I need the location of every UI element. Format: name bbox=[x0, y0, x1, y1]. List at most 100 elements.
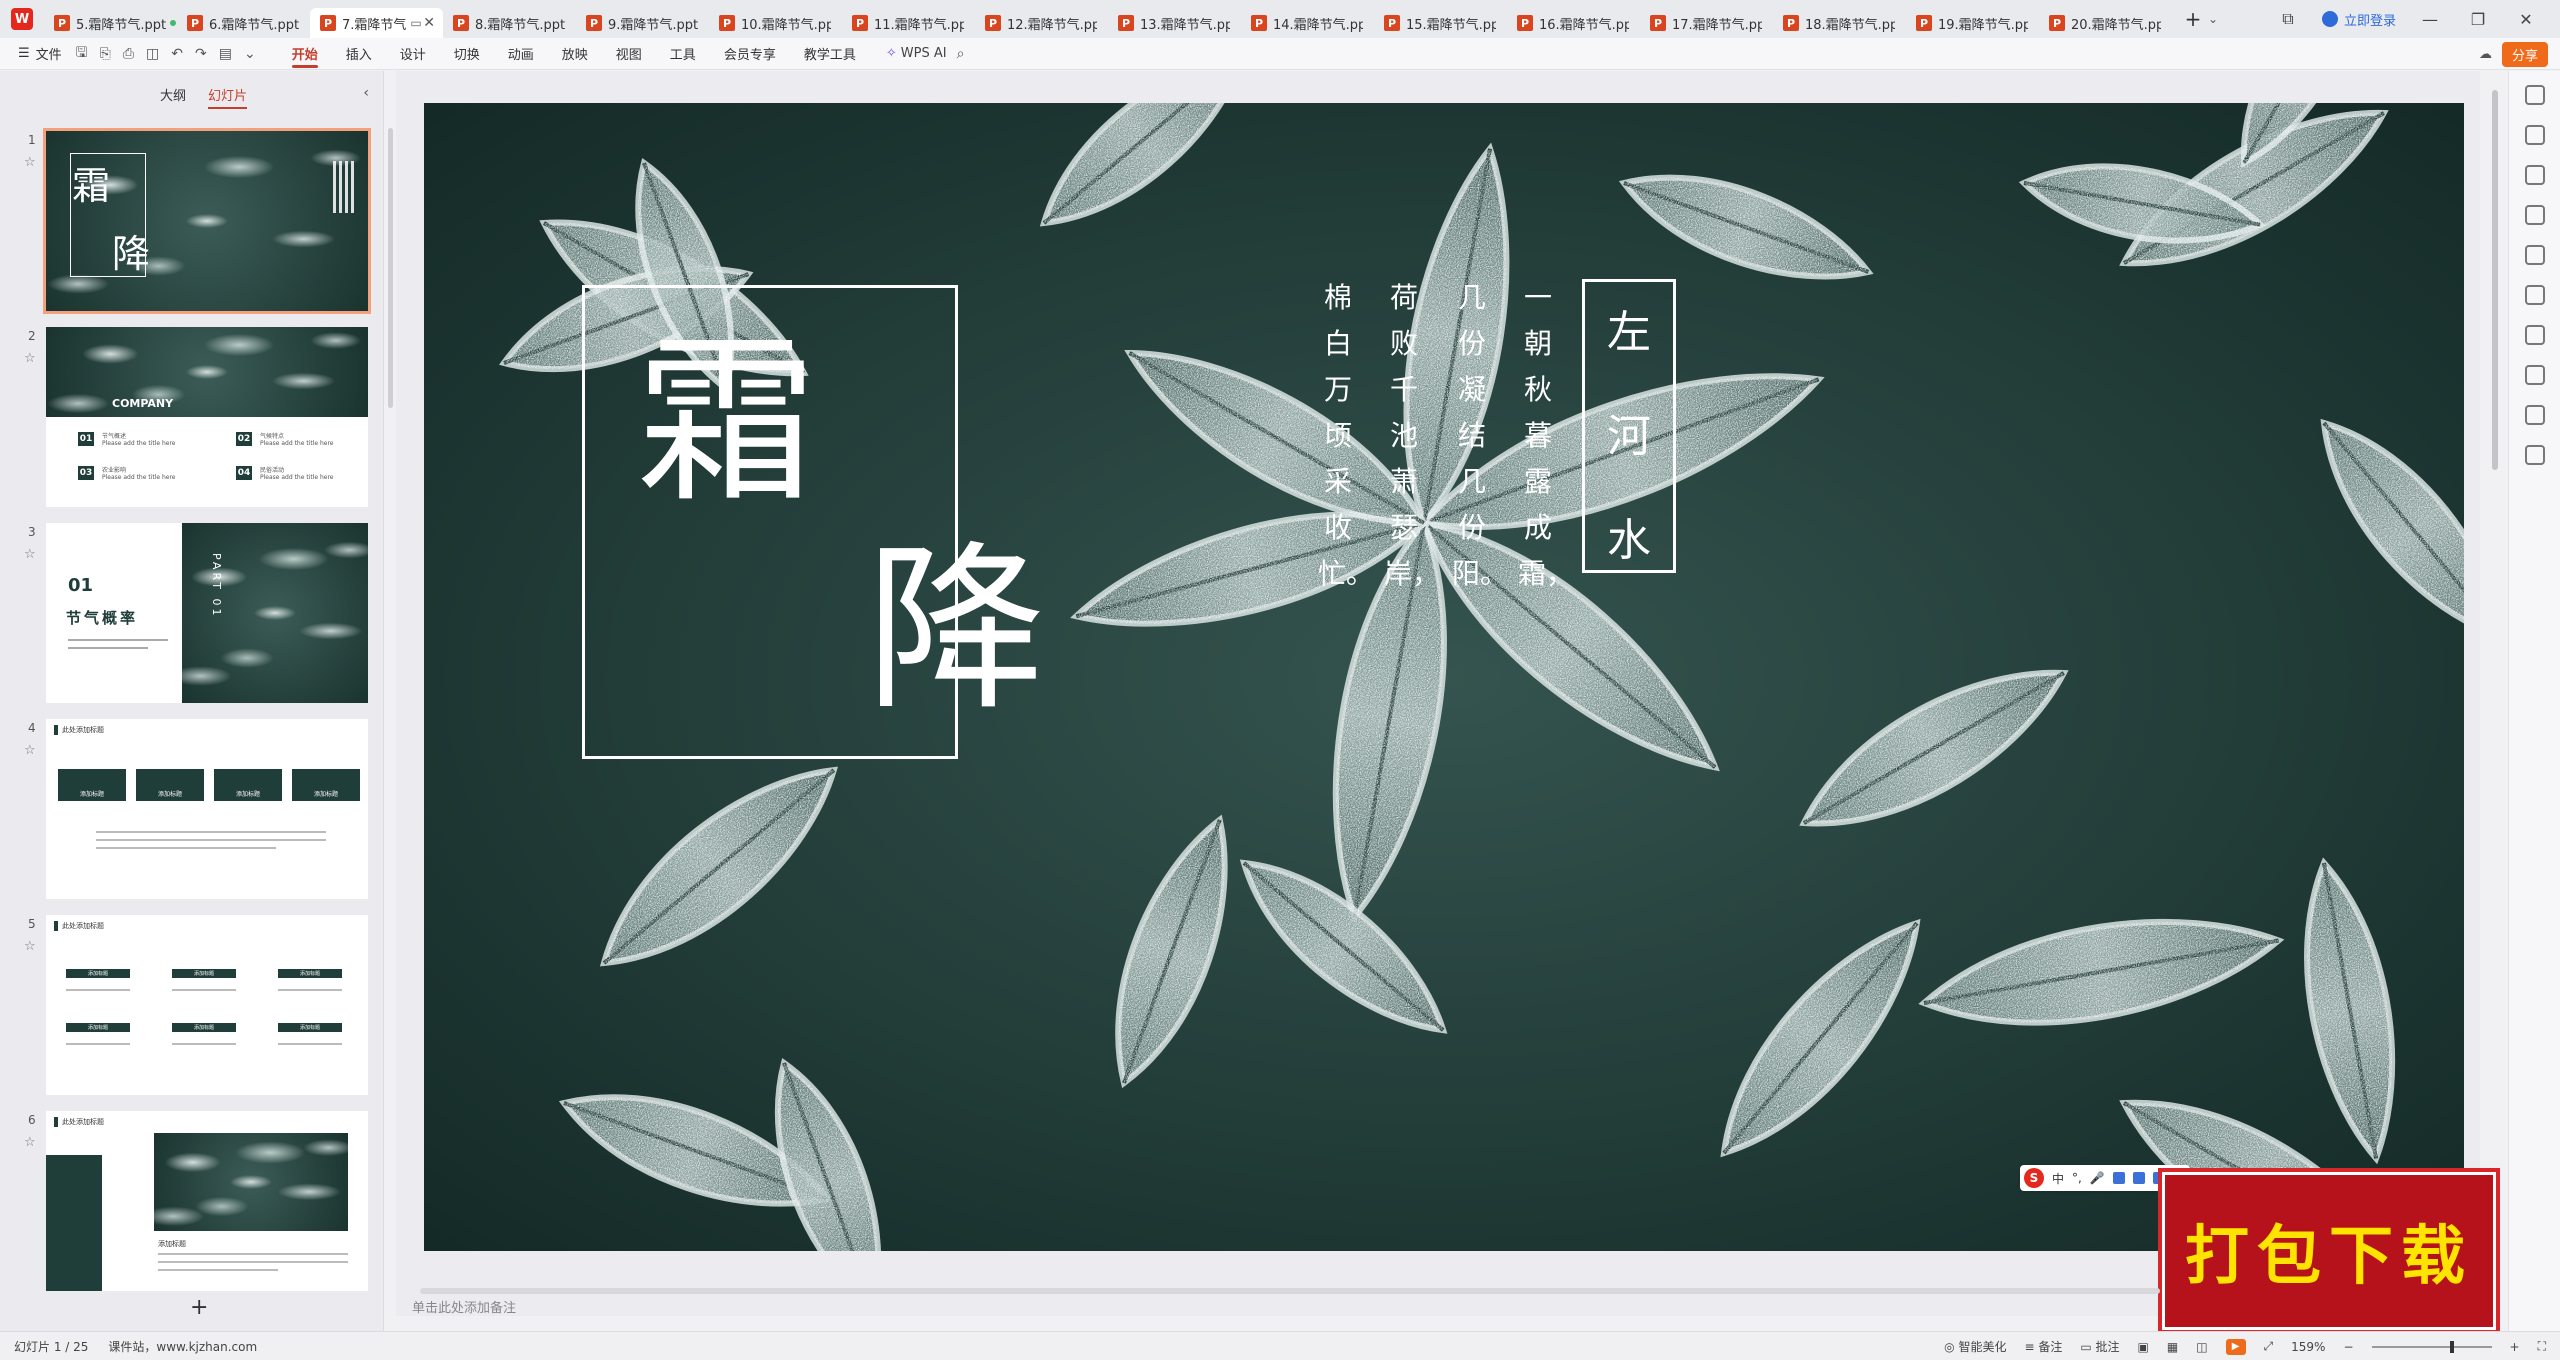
thumbnail-row-3[interactable]: 3 ☆ 01 节气概率 PART 01 bbox=[0, 523, 384, 705]
vertical-scrollbar[interactable] bbox=[2490, 80, 2500, 1290]
wps-ai-button[interactable]: ✧ WPS AI bbox=[870, 46, 957, 61]
document-tab[interactable]: P 9.霜降节气.pptx bbox=[576, 8, 709, 38]
slide-thumbnail-5[interactable]: 此处添加标题 添加标题 添加标题 添加标题 添加标题 添加标题 添加标题 bbox=[46, 915, 368, 1095]
document-tab[interactable]: P 6.霜降节气.pptx bbox=[177, 8, 310, 38]
more-icon[interactable] bbox=[2524, 445, 2545, 465]
zoom-in-icon[interactable]: + bbox=[2510, 1340, 2520, 1354]
format-painter-icon[interactable]: ▤ bbox=[219, 46, 232, 62]
redo-icon[interactable]: ↷ bbox=[195, 46, 207, 62]
title-char-1[interactable]: 霜 bbox=[636, 333, 816, 513]
slide-thumbnail-1[interactable]: 霜 降 bbox=[43, 128, 371, 314]
reading-view-icon[interactable]: ◫ bbox=[2196, 1340, 2207, 1354]
document-tab[interactable]: P 20.霜降节气.ppt bbox=[2039, 8, 2172, 38]
star-tool-icon[interactable] bbox=[2524, 165, 2545, 185]
document-tab[interactable]: P 14.霜降节气.ppt bbox=[1241, 8, 1374, 38]
save-icon[interactable]: 🖫 bbox=[76, 42, 88, 66]
file-menu-button[interactable]: ☰ 文件 bbox=[0, 44, 76, 63]
maximize-button[interactable]: ❐ bbox=[2464, 10, 2492, 29]
poem-line-1[interactable]: 一朝秋暮露成霜， bbox=[1518, 275, 1574, 597]
star-icon[interactable]: ☆ bbox=[24, 743, 36, 758]
window-switch-icon[interactable]: ⧉ bbox=[2274, 9, 2302, 29]
fullscreen-icon[interactable]: ⛶ bbox=[2538, 1339, 2546, 1354]
undo-icon[interactable]: ↶ bbox=[171, 46, 183, 62]
comments-button[interactable]: ▭ 批注 bbox=[2080, 1338, 2119, 1355]
document-tab[interactable]: P 17.霜降节气.ppt bbox=[1640, 8, 1773, 38]
zoom-level[interactable]: 159% bbox=[2291, 1340, 2325, 1354]
poem-line-4[interactable]: 棉白万顷采收忙。 bbox=[1318, 275, 1374, 597]
star-icon[interactable]: ☆ bbox=[24, 939, 36, 954]
document-tab[interactable]: P 10.霜降节气.ppt bbox=[709, 8, 842, 38]
thumbnail-row-4[interactable]: 4 ☆ 此处添加标题 添加标题 添加标题 添加标题 添加标题 bbox=[0, 719, 384, 901]
add-slide-button[interactable]: + bbox=[190, 1295, 208, 1320]
star-icon[interactable]: ☆ bbox=[24, 351, 36, 366]
poem-line-2[interactable]: 几份凝结几份阳。 bbox=[1452, 275, 1508, 597]
ribbon-tab[interactable]: 视图 bbox=[602, 38, 656, 70]
thumbnail-row-5[interactable]: 5 ☆ 此处添加标题 添加标题 添加标题 添加标题 添加标题 添加标题 添加标题 bbox=[0, 915, 384, 1097]
slide-thumbnail-3[interactable]: 01 节气概率 PART 01 bbox=[46, 523, 368, 703]
horizontal-scrollbar[interactable] bbox=[420, 1288, 2160, 1294]
star-icon[interactable]: ☆ bbox=[24, 547, 36, 562]
smart-beautify-button[interactable]: ◎ 智能美化 bbox=[1944, 1338, 2006, 1355]
punctuation-icon[interactable]: °, bbox=[2072, 1171, 2082, 1185]
help-icon[interactable] bbox=[2524, 405, 2545, 425]
notes-placeholder[interactable]: 单击此处添加备注 bbox=[412, 1297, 516, 1316]
notes-button[interactable]: ≡ 备注 bbox=[2024, 1338, 2062, 1355]
document-tab[interactable]: P 11.霜降节气.ppt bbox=[842, 8, 975, 38]
document-tab[interactable]: P 16.霜降节气.ppt bbox=[1507, 8, 1640, 38]
ime-language[interactable]: 中 bbox=[2052, 1170, 2064, 1187]
zoom-out-icon[interactable]: − bbox=[2343, 1340, 2353, 1354]
minimize-button[interactable]: — bbox=[2416, 10, 2444, 29]
search-icon[interactable]: ⌕ bbox=[957, 46, 965, 62]
share-tool-icon[interactable] bbox=[2524, 365, 2545, 385]
ribbon-tab[interactable]: 插入 bbox=[332, 38, 386, 70]
scroll-thumb[interactable] bbox=[2492, 90, 2498, 470]
thumbnail-row-6[interactable]: 6 ☆ 此处添加标题 添加标题 bbox=[0, 1111, 384, 1293]
login-button[interactable]: 立即登录 bbox=[2321, 10, 2396, 29]
zoom-slider[interactable] bbox=[2371, 1340, 2492, 1353]
normal-view-icon[interactable]: ▣ bbox=[2138, 1340, 2149, 1354]
document-tab[interactable]: P 8.霜降节气.pptx bbox=[443, 8, 576, 38]
ribbon-tab[interactable]: 设计 bbox=[386, 38, 440, 70]
slide-sorter-icon[interactable]: ▦ bbox=[2167, 1340, 2178, 1354]
author-frame[interactable]: 左 河 水 bbox=[1582, 279, 1676, 573]
title-char-2[interactable]: 降 bbox=[866, 541, 1046, 721]
print-icon[interactable]: ⎙ bbox=[123, 46, 134, 62]
document-tab[interactable]: P 13.霜降节气.ppt bbox=[1108, 8, 1241, 38]
ribbon-tab[interactable]: 会员专享 bbox=[710, 38, 790, 70]
magic-icon[interactable] bbox=[2524, 285, 2545, 305]
slide-thumbnail-4[interactable]: 此处添加标题 添加标题 添加标题 添加标题 添加标题 bbox=[46, 719, 368, 899]
zoom-slider-knob[interactable] bbox=[2449, 1340, 2454, 1353]
copy-icon[interactable] bbox=[2524, 205, 2545, 225]
ribbon-tab[interactable]: 教学工具 bbox=[790, 38, 870, 70]
print-preview-icon[interactable]: ◫ bbox=[146, 46, 159, 62]
document-tab[interactable]: P 18.霜降节气.ppt bbox=[1773, 8, 1906, 38]
close-tab-icon[interactable]: ✕ bbox=[423, 15, 435, 31]
tab-list-chevron-icon[interactable]: ⌄ bbox=[2208, 12, 2218, 26]
document-tab[interactable]: P 19.霜降节气.ppt bbox=[1906, 8, 2039, 38]
slide-thumbnail-2[interactable]: COMPANY 01 节气概述 Please add the title here … bbox=[46, 327, 368, 507]
share-button[interactable]: 分享 bbox=[2501, 42, 2548, 67]
ribbon-tab[interactable]: 工具 bbox=[656, 38, 710, 70]
ribbon-tab[interactable]: 切换 bbox=[440, 38, 494, 70]
cloud-sync-icon[interactable]: ☁ bbox=[2479, 47, 2492, 62]
shape-icon[interactable] bbox=[2524, 245, 2545, 265]
export-pdf-icon[interactable]: ⎘ bbox=[100, 46, 111, 62]
document-tab[interactable]: P 12.霜降节气.ppt bbox=[975, 8, 1108, 38]
new-tab-button[interactable]: + bbox=[2178, 7, 2208, 31]
play-slideshow-button[interactable]: ▶ bbox=[2225, 1338, 2246, 1355]
book-icon[interactable] bbox=[2524, 325, 2545, 345]
document-tab[interactable]: P 15.霜降节气.ppt bbox=[1374, 8, 1507, 38]
panel-scrollbar[interactable] bbox=[388, 128, 393, 408]
tab-slides[interactable]: 幻灯片 bbox=[208, 85, 248, 109]
thumbnail-row-1[interactable]: 1 ☆ 霜 降 bbox=[0, 128, 384, 314]
main-slide[interactable]: 霜 降 一朝秋暮露成霜， 几份凝结几份阳。 荷败千池萧瑟岸， 棉白万顷采收忙。 … bbox=[424, 103, 2464, 1251]
select-icon[interactable] bbox=[2524, 85, 2545, 105]
slide-thumbnail-6[interactable]: 此处添加标题 添加标题 bbox=[46, 1111, 368, 1291]
collapse-panel-icon[interactable]: ‹ bbox=[363, 85, 369, 101]
close-window-button[interactable]: ✕ bbox=[2512, 10, 2540, 29]
wps-logo-icon[interactable]: W bbox=[0, 0, 44, 38]
download-badge[interactable]: 打包下载 bbox=[2158, 1168, 2500, 1334]
poem-line-3[interactable]: 荷败千池萧瑟岸， bbox=[1384, 275, 1440, 597]
star-icon[interactable]: ☆ bbox=[24, 1135, 36, 1150]
fit-window-icon[interactable]: ⤢ bbox=[2264, 1339, 2274, 1354]
